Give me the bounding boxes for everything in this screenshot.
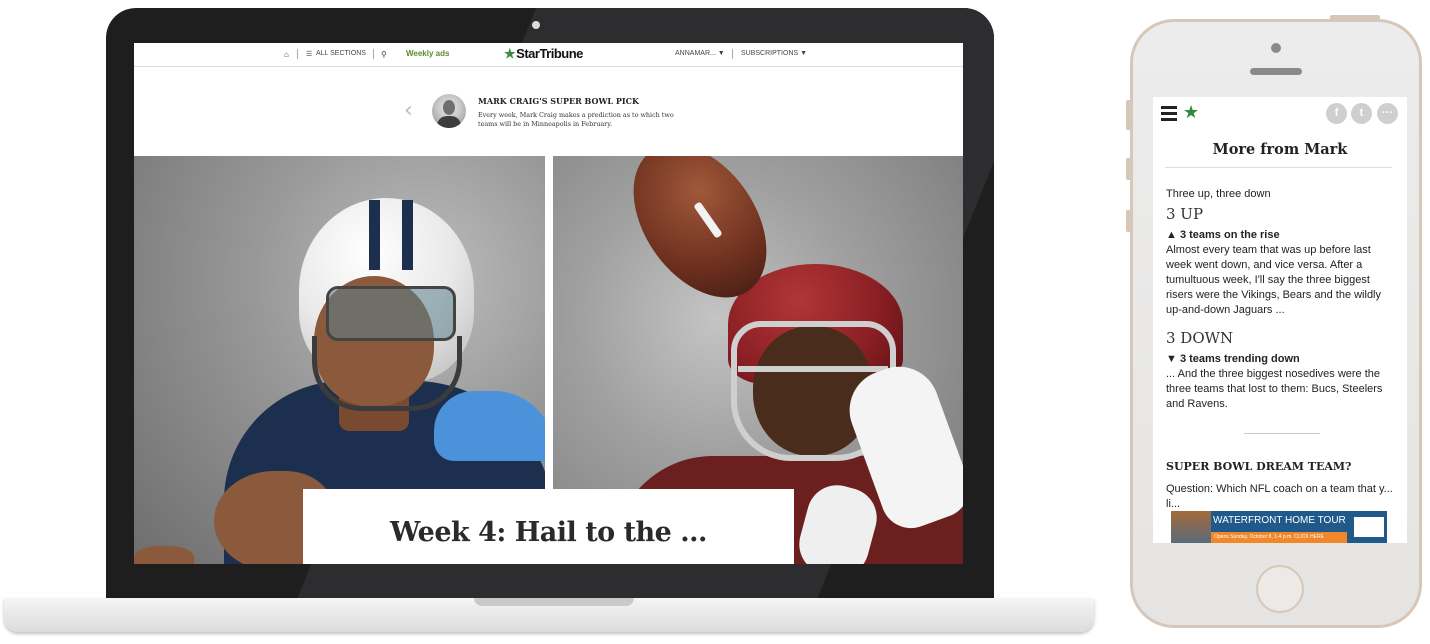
article-headline[interactable]: Week 4: Hail to the ... [303,517,794,548]
laptop-frame: ⌂ ☰ ALL SECTIONS ⚲ Weekly ads ★StarTribu… [106,8,994,602]
more-icon[interactable]: ··· [1377,103,1398,124]
nav-divider [373,49,374,59]
caret-down-icon: ▼ [800,50,808,57]
search-icon[interactable]: ⚲ [381,50,387,59]
subscriptions-label: SUBSCRIPTIONS [741,50,799,57]
chevron-left-icon[interactable]: ‹ [404,98,413,123]
phone-screen: ★ f t ··· More from Mark Three up, three… [1153,97,1407,543]
site-nav: ⌂ ☰ ALL SECTIONS ⚲ Weekly ads ★StarTribu… [134,43,963,67]
intro-text: Three up, three down [1166,188,1271,200]
startribune-logo[interactable]: ★StarTribune [504,46,583,62]
twitter-icon[interactable]: t [1351,103,1372,124]
divider [1244,433,1320,434]
star-icon: ★ [504,46,516,61]
user-menu[interactable]: ANNAMAR... ▼ [675,50,725,57]
up-heading: 3 UP [1166,205,1204,223]
ad-badge [1353,516,1385,538]
laptop-base [4,598,1094,632]
hamburger-menu-icon[interactable] [1161,106,1177,121]
weekly-ads-link[interactable]: Weekly ads [406,49,449,58]
down-text: ... And the three biggest nosedives were… [1166,368,1383,410]
ad-image [1171,511,1211,543]
subscriptions-menu[interactable]: SUBSCRIPTIONS ▼ [741,50,807,57]
user-label: ANNAMAR... [675,50,716,57]
house-icon[interactable]: ⌂ [284,50,289,59]
ad-title: WATERFRONT HOME TOUR [1213,515,1346,526]
nav-divider [732,49,733,59]
laptop-screen: ⌂ ☰ ALL SECTIONS ⚲ Weekly ads ★StarTribu… [134,43,963,564]
logo-text: StarTribune [516,46,583,61]
ad-subtitle: Opens Sunday, October 8, 1-4 p.m. CLICK … [1211,532,1347,543]
mobile-header: ★ f t ··· [1153,97,1407,131]
down-heading: 3 DOWN [1166,329,1234,347]
all-sections-link[interactable]: ALL SECTIONS [316,50,366,57]
article-body: Three up, three down 3 UP ▲ 3 teams on t… [1166,187,1398,512]
down-subheading: ▼ 3 teams trending down [1166,353,1300,365]
hero-image[interactable]: Week 4: Hail to the ... [134,156,963,564]
ad-banner[interactable]: WATERFRONT HOME TOUR Opens Sunday, Octob… [1171,511,1387,543]
dream-team-text: Question: Which NFL coach on a team that… [1166,483,1393,510]
phone-camera [1271,43,1281,53]
star-logo-icon[interactable]: ★ [1183,102,1199,123]
featured-strip[interactable]: ‹ MARK CRAIG'S SUPER BOWL PICK Every wee… [134,68,963,156]
laptop-camera [532,21,540,29]
facebook-icon[interactable]: f [1326,103,1347,124]
more-from-title: More from Mark [1212,141,1348,158]
phone-speaker [1250,68,1302,75]
author-avatar [432,94,466,128]
divider [1165,167,1392,168]
up-text: Almost every team that was up before las… [1166,244,1382,316]
headline-card[interactable]: Week 4: Hail to the ... [303,489,794,564]
menu-icon[interactable]: ☰ [306,50,312,58]
dream-team-title: SUPER BOWL DREAM TEAM? [1166,460,1352,473]
feature-description: Every week, Mark Craig makes a predictio… [478,111,674,128]
up-subheading: ▲ 3 teams on the rise [1166,229,1280,241]
caret-down-icon: ▼ [717,50,725,57]
feature-title[interactable]: MARK CRAIG'S SUPER BOWL PICK [478,96,639,106]
nav-divider [297,49,298,59]
phone-home-button[interactable] [1256,565,1304,613]
